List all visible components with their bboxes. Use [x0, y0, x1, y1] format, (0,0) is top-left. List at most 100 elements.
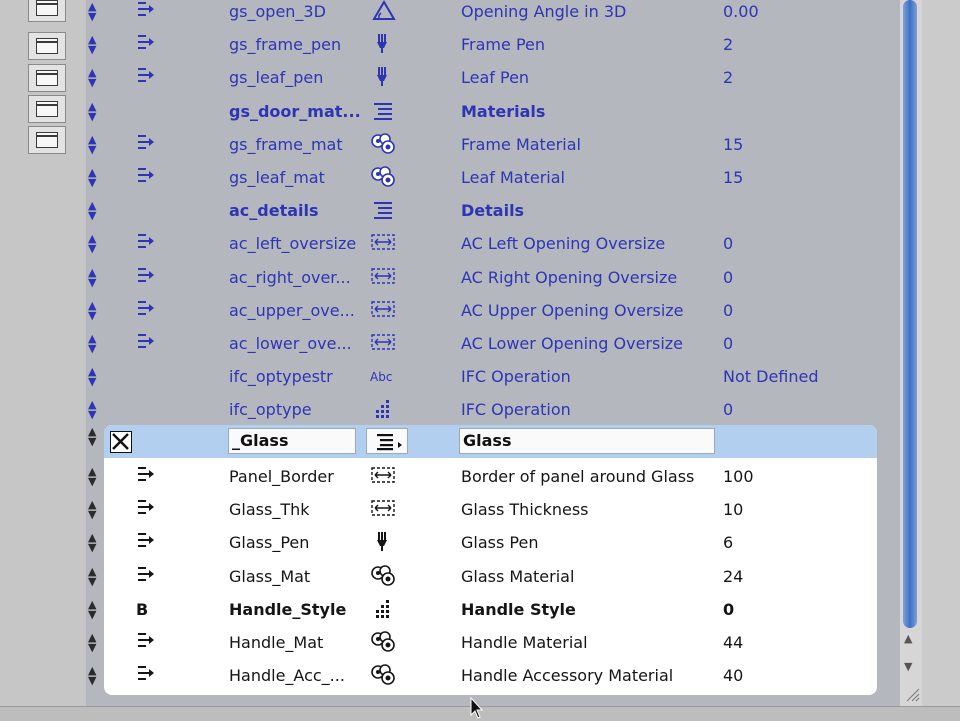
- integer-icon[interactable]: [370, 598, 398, 631]
- parameter-row[interactable]: ▲ ▼ ifc_optypestr Abc IFC Operation Not Defin…: [86, 365, 900, 398]
- parameter-name[interactable]: AC Upper Opening Oversize: [461, 299, 684, 332]
- set-parameter-icon[interactable]: [136, 332, 156, 365]
- variable-name[interactable]: Glass_Thk: [229, 498, 310, 531]
- parameter-value[interactable]: 24: [723, 565, 743, 598]
- length-icon[interactable]: [370, 299, 398, 332]
- parameter-row[interactable]: ▲ ▼ ac_upper_ove... AC Upper Opening Oversi…: [86, 299, 900, 332]
- parameter-row[interactable]: ▲ ▼ ac_details Details: [86, 199, 900, 232]
- material-icon[interactable]: [370, 166, 398, 199]
- parameter-value[interactable]: 15: [723, 166, 743, 199]
- set-parameter-icon[interactable]: [136, 232, 156, 265]
- string-icon[interactable]: Abc: [370, 365, 404, 398]
- parameter-value[interactable]: 0: [723, 332, 733, 365]
- variable-name[interactable]: ifc_optypestr: [229, 365, 333, 398]
- parameter-value[interactable]: 2: [723, 66, 733, 99]
- vertical-scrollbar[interactable]: ▲ ▼: [900, 0, 922, 706]
- parameter-name[interactable]: Leaf Material: [461, 166, 565, 199]
- scroll-thumb[interactable]: [903, 0, 917, 628]
- parameter-name[interactable]: AC Left Opening Oversize: [461, 232, 665, 265]
- variable-name[interactable]: ac_details: [229, 199, 319, 232]
- parameter-value[interactable]: 2: [723, 33, 733, 66]
- variable-name[interactable]: gs_door_mat...: [229, 100, 361, 133]
- parameter-row[interactable]: ▲ ▼ gs_frame_mat Frame Material 15: [86, 132, 900, 166]
- parameter-row[interactable]: ▲ ▼ ac_left_oversize AC Left Opening Oversi…: [86, 232, 900, 265]
- view-toggle-button[interactable]: [28, 126, 66, 154]
- parameter-name[interactable]: Frame Pen: [461, 33, 545, 66]
- parameter-value[interactable]: 6: [723, 531, 733, 564]
- view-toggle-button[interactable]: [28, 32, 66, 60]
- drag-handle-icon[interactable]: ▲ ▼: [88, 67, 96, 88]
- parameter-value[interactable]: 44: [723, 631, 743, 664]
- bold-flag[interactable]: B: [136, 598, 148, 631]
- parameter-row[interactable]: ▲ ▼ gs_door_mat... Materials: [86, 100, 900, 133]
- parameter-name[interactable]: Handle Style: [461, 598, 576, 631]
- parameter-row[interactable]: ▲ ▼ Panel_Border Border of panel around Gla…: [88, 465, 877, 498]
- set-parameter-icon[interactable]: [136, 299, 156, 332]
- length-icon[interactable]: [370, 332, 398, 365]
- scroll-down-arrow-icon[interactable]: ▼: [904, 660, 912, 673]
- set-parameter-icon[interactable]: [136, 565, 156, 598]
- parameter-name[interactable]: Leaf Pen: [461, 66, 529, 99]
- parameter-row[interactable]: ▲ ▼ gs_leaf_pen Leaf Pen 2: [86, 66, 900, 99]
- drag-handle-icon[interactable]: ▲ ▼: [88, 466, 96, 487]
- set-parameter-icon[interactable]: [136, 133, 156, 166]
- variable-name[interactable]: ac_left_oversize: [229, 232, 356, 265]
- parameter-row[interactable]: ▲ ▼ Glass_Thk Glass Thickness 10: [88, 498, 877, 531]
- variable-name[interactable]: gs_open_3D: [229, 0, 326, 33]
- title-icon[interactable]: [370, 199, 398, 232]
- view-toggle-button[interactable]: [28, 0, 66, 22]
- set-parameter-icon[interactable]: [136, 631, 156, 664]
- parameter-name[interactable]: Glass Thickness: [461, 498, 588, 531]
- drag-handle-icon[interactable]: ▲ ▼: [88, 267, 96, 288]
- title-icon[interactable]: [370, 100, 398, 133]
- length-icon[interactable]: [370, 465, 398, 498]
- set-parameter-icon[interactable]: [136, 498, 156, 531]
- scroll-up-arrow-icon[interactable]: ▲: [904, 632, 912, 645]
- parameter-row[interactable]: ▲ ▼ Glass_Pen Glass Pen 6: [88, 531, 877, 564]
- parameter-value[interactable]: 40: [723, 664, 743, 697]
- variable-name[interactable]: gs_leaf_mat: [229, 166, 325, 199]
- variable-name-input[interactable]: _Glass: [228, 428, 356, 454]
- set-parameter-icon[interactable]: [136, 531, 156, 564]
- material-icon[interactable]: [370, 631, 398, 664]
- view-toggle-button[interactable]: [28, 95, 66, 123]
- parameter-row[interactable]: ▲ ▼ ac_lower_ove... AC Lower Opening Oversi…: [86, 332, 900, 365]
- parameter-row[interactable]: ▲ ▼ Glass_Mat Glass Material 24: [88, 564, 877, 598]
- variable-name[interactable]: Panel_Border: [229, 465, 334, 498]
- parameter-value[interactable]: 0: [723, 266, 733, 299]
- set-parameter-icon[interactable]: [136, 266, 156, 299]
- length-icon[interactable]: [370, 266, 398, 299]
- variable-name[interactable]: ac_lower_ove...: [229, 332, 352, 365]
- parameter-value[interactable]: 15: [723, 133, 743, 166]
- drag-handle-icon[interactable]: ▲ ▼: [88, 499, 96, 520]
- drag-handle-icon[interactable]: ▲ ▼: [88, 333, 96, 354]
- drag-handle-icon[interactable]: ▲ ▼: [88, 200, 96, 221]
- set-parameter-icon[interactable]: [136, 664, 156, 697]
- drag-handle-icon[interactable]: ▲ ▼: [88, 134, 96, 155]
- material-icon[interactable]: [370, 132, 398, 166]
- material-icon[interactable]: [370, 664, 398, 697]
- pen-icon[interactable]: [370, 33, 398, 66]
- variable-name[interactable]: ac_upper_ove...: [229, 299, 355, 332]
- parameter-name[interactable]: Border of panel around Glass: [461, 465, 694, 498]
- variable-name[interactable]: gs_frame_pen: [229, 33, 341, 66]
- resize-grip-icon[interactable]: [904, 686, 920, 702]
- set-parameter-icon[interactable]: [136, 465, 156, 498]
- parameter-value[interactable]: 0: [723, 232, 733, 265]
- angle-icon[interactable]: [370, 0, 398, 33]
- parameter-row[interactable]: ▲ ▼ B Handle_Style Handle Style 0: [88, 598, 877, 631]
- drag-handle-icon[interactable]: ▲ ▼: [88, 599, 96, 620]
- drag-handle-icon[interactable]: ▲ ▼: [88, 101, 96, 122]
- set-parameter-icon[interactable]: [136, 0, 156, 33]
- parameter-name[interactable]: Glass Pen: [461, 531, 538, 564]
- drag-handle-icon[interactable]: ▲ ▼: [88, 632, 96, 653]
- parameter-name[interactable]: Frame Material: [461, 133, 581, 166]
- variable-name[interactable]: Glass_Mat: [229, 565, 310, 598]
- variable-name[interactable]: Glass_Pen: [229, 531, 309, 564]
- view-toggle-button[interactable]: [28, 64, 66, 92]
- parameter-value[interactable]: 100: [723, 465, 754, 498]
- type-dropdown[interactable]: [366, 428, 408, 454]
- set-parameter-icon[interactable]: [136, 166, 156, 199]
- parameter-row[interactable]: ▲ ▼ gs_open_3D Opening Angle in 3D 0.00: [86, 0, 900, 33]
- parameter-value[interactable]: 10: [723, 498, 743, 531]
